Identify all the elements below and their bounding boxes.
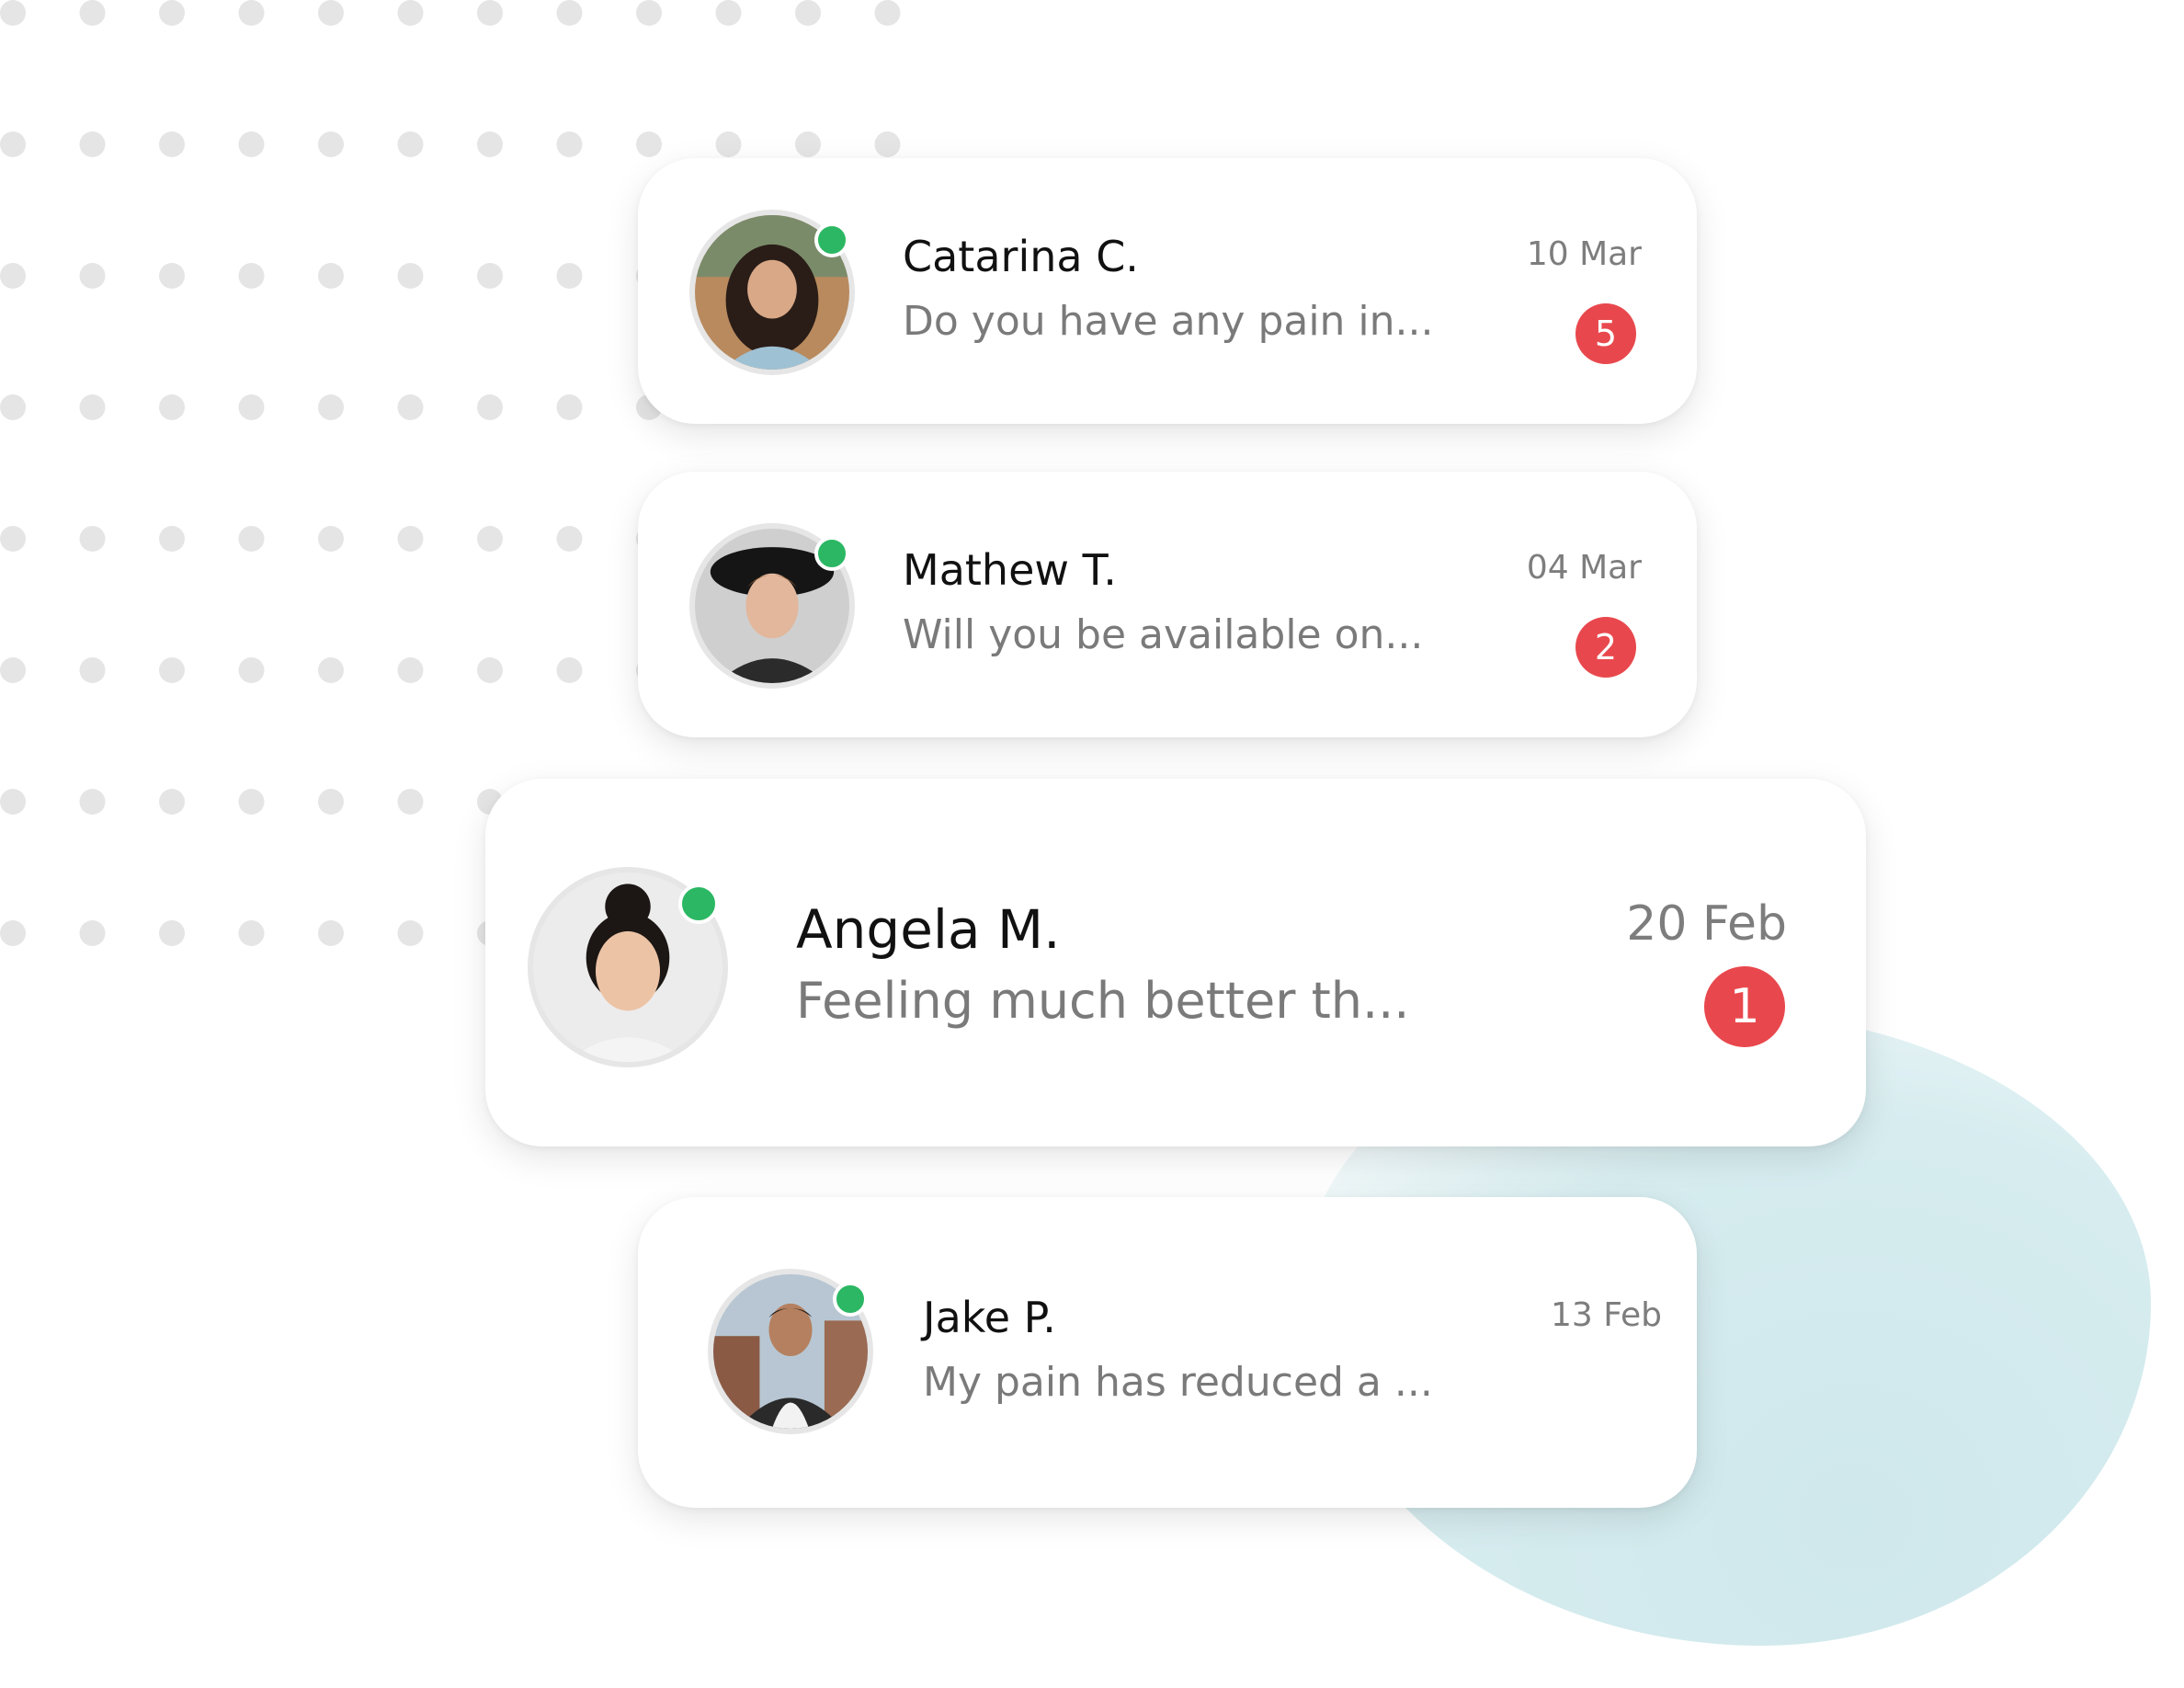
decor-dot [318, 394, 344, 420]
conversation-card-angela[interactable]: Angela M. Feeling much better th... 20 F… [485, 779, 1866, 1146]
decor-dot [238, 0, 265, 26]
message-preview: My pain has reduced a ... [923, 1359, 1433, 1406]
conversation-card-mathew[interactable]: Mathew T. Will you be available on... 04… [638, 472, 1697, 737]
contact-name: Angela M. [796, 898, 1061, 961]
online-status-dot [678, 884, 719, 924]
decor-dot [556, 526, 583, 552]
decor-dot [238, 131, 265, 157]
contact-name: Mathew T. [903, 545, 1117, 595]
decor-dot [159, 920, 185, 946]
decor-dot [159, 131, 185, 157]
decor-dot [0, 526, 26, 552]
decor-dot [556, 394, 583, 420]
message-preview: Do you have any pain in... [903, 298, 1434, 345]
decor-dot [874, 131, 901, 157]
message-date: 20 Feb [1626, 896, 1787, 952]
decor-dot [79, 131, 106, 157]
decor-dot [477, 263, 503, 289]
decor-dot [397, 0, 424, 26]
decor-dot [874, 0, 901, 26]
decor-dot [238, 526, 265, 552]
contact-name: Jake P. [923, 1293, 1056, 1342]
decor-dot [159, 657, 185, 683]
decor-dot [397, 263, 424, 289]
decor-dot [636, 0, 662, 26]
unread-count-badge: 1 [1704, 966, 1785, 1047]
decor-dot [397, 789, 424, 815]
message-preview: Will you be available on... [903, 611, 1424, 658]
decor-dot [79, 920, 106, 946]
decor-dot [397, 394, 424, 420]
decor-dot [397, 920, 424, 946]
decor-dot [238, 789, 265, 815]
message-preview: Feeling much better th... [796, 972, 1410, 1030]
message-date: 04 Mar [1526, 549, 1642, 587]
decor-dot [636, 131, 662, 157]
decor-dot [79, 263, 106, 289]
unread-count-badge: 5 [1575, 303, 1636, 364]
conversation-card-catarina[interactable]: Catarina C. Do you have any pain in... 1… [638, 158, 1697, 424]
decor-dot [318, 526, 344, 552]
decor-dot [715, 131, 742, 157]
decor-dot [318, 0, 344, 26]
decor-dot [556, 131, 583, 157]
decor-dot [0, 789, 26, 815]
decor-dot [79, 0, 106, 26]
decor-dot [79, 657, 106, 683]
message-date: 10 Mar [1526, 235, 1642, 273]
contact-name: Catarina C. [903, 232, 1139, 281]
decor-dot [318, 131, 344, 157]
decor-dot [79, 789, 106, 815]
decor-dot [397, 131, 424, 157]
online-status-dot [814, 536, 849, 571]
decor-dot [0, 920, 26, 946]
decor-dot [0, 0, 26, 26]
decor-dot [795, 0, 821, 26]
decor-dot [318, 789, 344, 815]
online-status-dot [833, 1282, 868, 1317]
decor-dot [477, 0, 503, 26]
decor-dot [0, 131, 26, 157]
decor-dot [159, 526, 185, 552]
message-date: 13 Feb [1551, 1296, 1662, 1334]
decor-dot [159, 263, 185, 289]
decor-dot [238, 657, 265, 683]
decor-dot [238, 920, 265, 946]
decor-dot [397, 657, 424, 683]
decor-dot [79, 394, 106, 420]
unread-count-badge: 2 [1575, 617, 1636, 678]
conversation-card-jake[interactable]: Jake P. My pain has reduced a ... 13 Feb [638, 1197, 1697, 1508]
decor-dot [238, 263, 265, 289]
decor-dot [477, 131, 503, 157]
decor-dot [715, 0, 742, 26]
decor-dot [318, 657, 344, 683]
decor-dot [238, 394, 265, 420]
decor-dot [79, 526, 106, 552]
decor-dot [477, 526, 503, 552]
decor-dot [397, 526, 424, 552]
decor-dot [477, 394, 503, 420]
decor-dot [159, 0, 185, 26]
decor-dot [159, 394, 185, 420]
decor-dot [318, 263, 344, 289]
decor-dot [0, 263, 26, 289]
decor-dot [159, 789, 185, 815]
decor-dot [0, 657, 26, 683]
decor-dot [477, 657, 503, 683]
decor-dot [556, 657, 583, 683]
online-status-dot [814, 222, 849, 257]
decor-dot [556, 263, 583, 289]
decor-dot [795, 131, 821, 157]
decor-dot [0, 394, 26, 420]
decor-dot [556, 0, 583, 26]
decor-dot [318, 920, 344, 946]
